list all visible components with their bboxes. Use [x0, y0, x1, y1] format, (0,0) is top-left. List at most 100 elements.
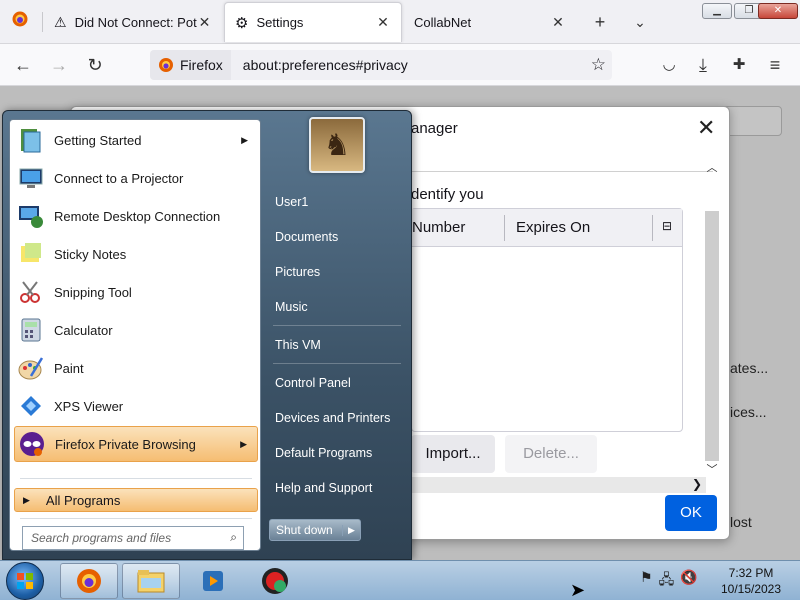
program-label: Remote Desktop Connection — [54, 208, 221, 224]
calculator-icon — [14, 314, 48, 346]
program-paint[interactable]: Paint — [14, 350, 258, 386]
xps-viewer-icon — [14, 390, 48, 422]
certificate-table: Number Expires On ⊟ — [411, 208, 683, 432]
program-connect-to-a-projector[interactable]: Connect to a Projector — [14, 160, 258, 196]
tab-settings[interactable]: ⚙ Settings ✕ — [224, 2, 402, 42]
scroll-right-icon[interactable]: ❯ — [692, 477, 702, 491]
column-picker-icon[interactable]: ⊟ — [662, 219, 672, 233]
menu-icon[interactable]: ≡ — [762, 52, 788, 78]
gear-icon: ⚙ — [235, 14, 249, 32]
close-window-button[interactable]: ✕ — [758, 3, 798, 19]
all-programs-label: All Programs — [45, 492, 121, 508]
projector-icon — [14, 162, 48, 194]
taskbar: ⚑ 🖧 🔇 7:32 PM 10/15/2023 — [0, 560, 800, 600]
scrollbar-thumb[interactable] — [705, 211, 719, 461]
divider — [411, 171, 713, 172]
tab-strip: ⚠ Did Not Connect: Pote ✕ ⚙ Settings ✕ C… — [0, 0, 800, 44]
bookmark-star-icon[interactable]: ☆ — [591, 55, 606, 75]
pocket-icon[interactable]: ◡ — [656, 52, 682, 78]
minimize-button[interactable]: ▁ — [702, 3, 732, 19]
start-search-input[interactable]: Search programs and files ⌕ — [22, 526, 244, 550]
ok-button[interactable]: OK — [665, 495, 717, 531]
places-item-this-vm[interactable]: This VM — [275, 338, 321, 352]
program-label: Getting Started — [54, 132, 142, 148]
folder-icon — [137, 570, 165, 593]
close-tab-icon[interactable]: ✕ — [550, 14, 566, 31]
clock[interactable]: 7:32 PM 10/15/2023 — [718, 565, 784, 597]
tab-did-not-connect[interactable]: ⚠ Did Not Connect: Pote ✕ — [44, 0, 222, 44]
search-icon[interactable]: ⌕ — [230, 530, 237, 545]
flag-icon[interactable]: ⚑ — [640, 569, 653, 593]
start-menu: Getting Started ▶ Connect to a Projector… — [2, 110, 412, 560]
taskbar-explorer-button[interactable] — [122, 563, 180, 599]
volume-muted-icon[interactable]: 🔇 — [680, 569, 697, 593]
paint-icon — [14, 352, 48, 384]
places-item-documents[interactable]: Documents — [275, 230, 338, 244]
programs-pane: Getting Started ▶ Connect to a Projector… — [9, 119, 261, 551]
downloads-icon[interactable]: ⤓ — [690, 52, 716, 78]
shutdown-options-icon[interactable]: ▶ — [342, 524, 360, 536]
identity-box[interactable]: Firefox — [150, 50, 231, 80]
tab-title: Settings — [256, 15, 304, 30]
shutdown-button[interactable]: Shut down ▶ — [269, 519, 361, 541]
snipping-tool-icon — [14, 276, 48, 308]
navigation-bar: ← → ↻ Firefox about:preferences#privacy … — [0, 44, 800, 86]
taskbar-app-button[interactable] — [246, 563, 304, 599]
reload-icon[interactable]: ↻ — [82, 52, 108, 78]
new-tab-icon[interactable]: + — [588, 10, 612, 34]
import-button[interactable]: Import... — [411, 435, 495, 473]
places-item-devices-and-printers[interactable]: Devices and Printers — [275, 411, 390, 425]
getting-started-icon — [14, 124, 48, 156]
program-label: Connect to a Projector — [54, 170, 184, 186]
back-icon[interactable]: ← — [10, 52, 36, 78]
program-xps-viewer[interactable]: XPS Viewer — [14, 388, 258, 424]
taskbar-media-player-button[interactable] — [184, 563, 242, 599]
places-item-help-and-support[interactable]: Help and Support — [275, 481, 372, 495]
program-sticky-notes[interactable]: Sticky Notes — [14, 236, 258, 272]
tab-collabnet[interactable]: CollabNet ✕ — [404, 0, 576, 44]
windows-logo-icon — [17, 573, 33, 589]
column-header-number[interactable]: Number — [412, 219, 465, 236]
extensions-icon[interactable]: ✚ — [726, 52, 752, 78]
shutdown-label: Shut down — [276, 523, 333, 537]
close-tab-icon[interactable]: ✕ — [375, 14, 391, 31]
close-icon[interactable]: ✕ — [697, 115, 715, 141]
sticky-notes-icon — [14, 238, 48, 270]
media-player-icon — [203, 571, 223, 591]
places-item-pictures[interactable]: Pictures — [275, 265, 320, 279]
security-devices-button[interactable]: ices... — [730, 404, 767, 420]
system-tray: ⚑ 🖧 🔇 — [640, 569, 698, 593]
horizontal-scrollbar[interactable]: ❯ — [411, 477, 706, 493]
places-item-music[interactable]: Music — [275, 300, 308, 314]
firefox-view-icon[interactable] — [8, 10, 32, 34]
url-text[interactable]: about:preferences#privacy — [231, 57, 408, 73]
app-icon — [262, 568, 288, 594]
network-icon[interactable]: 🖧 — [659, 569, 675, 593]
firefox-logo-icon — [77, 569, 101, 593]
program-snipping-tool[interactable]: Snipping Tool — [14, 274, 258, 310]
program-remote-desktop-connection[interactable]: Remote Desktop Connection — [14, 198, 258, 234]
program-getting-started[interactable]: Getting Started ▶ — [14, 122, 258, 158]
scroll-up-icon[interactable]: ︿ — [705, 159, 719, 175]
delete-button[interactable]: Delete... — [505, 435, 597, 473]
url-bar[interactable]: Firefox about:preferences#privacy ☆ — [150, 50, 612, 80]
list-tabs-icon[interactable]: ⌄ — [628, 10, 652, 34]
program-label: Firefox Private Browsing — [55, 436, 196, 452]
program-calculator[interactable]: Calculator — [14, 312, 258, 348]
places-item-default-programs[interactable]: Default Programs — [275, 446, 372, 460]
places-item-user1[interactable]: User1 — [275, 195, 308, 209]
scroll-down-icon[interactable]: ﹀ — [705, 461, 719, 477]
all-programs-button[interactable]: ▶ All Programs — [14, 488, 258, 512]
close-tab-icon[interactable]: ✕ — [197, 14, 212, 31]
forward-icon[interactable]: → — [46, 52, 72, 78]
vertical-scrollbar[interactable]: ︿ ﹀ — [705, 157, 719, 477]
view-certificates-button[interactable]: ates... — [730, 360, 768, 376]
tab-title: CollabNet — [414, 14, 472, 30]
program-firefox-private-browsing[interactable]: Firefox Private Browsing ▶ — [14, 426, 258, 462]
taskbar-firefox-button[interactable] — [60, 563, 118, 599]
avatar[interactable]: ♞ — [309, 117, 365, 173]
start-button[interactable] — [6, 562, 44, 600]
program-label: Sticky Notes — [54, 246, 127, 262]
column-header-expires-on[interactable]: Expires On — [516, 219, 590, 236]
places-item-control-panel[interactable]: Control Panel — [275, 376, 351, 390]
